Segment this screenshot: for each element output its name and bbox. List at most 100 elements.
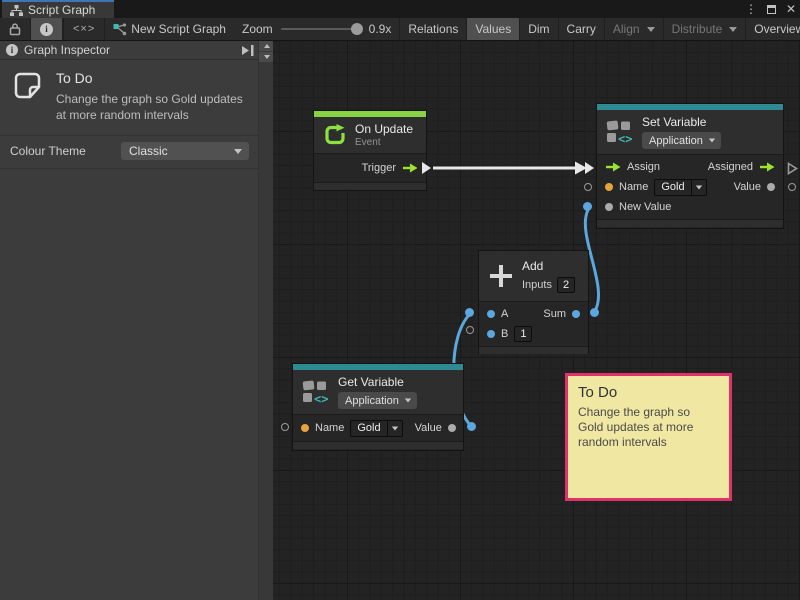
sum-port-icon[interactable] <box>572 310 580 318</box>
menu-icon[interactable]: ⋮ <box>745 3 757 15</box>
port-label-assigned: Assigned <box>708 161 753 173</box>
colour-theme-row: Colour Theme Classic <box>0 136 273 169</box>
a-port-icon[interactable] <box>487 310 495 318</box>
flow-arrow-icon <box>402 163 418 173</box>
new-graph-icon <box>113 23 127 36</box>
port-name-in[interactable] <box>584 183 592 191</box>
dim-button[interactable]: Dim <box>520 18 558 40</box>
chevron-down-icon <box>695 185 701 189</box>
sticky-note[interactable]: To Do Change the graph so Gold updates a… <box>565 373 732 501</box>
zoom-value: 0.9x <box>369 22 392 36</box>
port-b-in[interactable] <box>466 326 474 334</box>
port-label-name: Name <box>315 422 344 434</box>
overview-label: Overview <box>754 22 800 36</box>
chevron-down-icon <box>405 399 411 403</box>
chevron-down-icon <box>729 27 737 32</box>
port-sum-out[interactable] <box>590 308 599 317</box>
todo-text: Change the graph so Gold updates at more… <box>56 92 256 123</box>
node-set-variable[interactable]: <> Set Variable Application Assign <box>596 103 784 229</box>
node-footer <box>597 219 783 227</box>
port-assign-in[interactable] <box>585 162 594 174</box>
port-a-in[interactable] <box>465 308 474 317</box>
name-port-icon[interactable] <box>605 183 613 191</box>
port-assigned-out[interactable] <box>787 162 798 180</box>
zoom-slider-handle[interactable] <box>351 23 363 35</box>
node-footer <box>479 346 588 354</box>
node-subtitle: Event <box>355 137 413 148</box>
name-port-icon[interactable] <box>301 424 309 432</box>
code-icon: <×> <box>73 23 95 35</box>
node-get-variable[interactable]: <> Get Variable Application Name Gold <box>292 363 464 451</box>
sticky-note-text: Change the graph so Gold updates at more… <box>578 405 719 450</box>
new-graph-label: New Script Graph <box>131 22 226 36</box>
dock-icon[interactable] <box>241 44 255 60</box>
relations-button[interactable]: Relations <box>399 18 467 40</box>
new-value-port-icon[interactable] <box>605 203 613 211</box>
distribute-button[interactable]: Distribute <box>664 18 747 40</box>
node-add[interactable]: Add Inputs 2 A Sum B <box>478 250 589 354</box>
colour-theme-label: Colour Theme <box>10 144 121 158</box>
tab-title: Script Graph <box>28 3 95 17</box>
flow-arrow-icon <box>759 162 775 172</box>
align-label: Align <box>613 22 640 36</box>
code-view-button[interactable]: <×> <box>63 18 105 40</box>
value-port-icon[interactable] <box>448 424 456 432</box>
maximize-icon[interactable] <box>767 5 776 14</box>
port-get-value-out[interactable] <box>467 422 476 431</box>
tab-strip: Script Graph ⋮ ✕ <box>0 0 800 18</box>
values-button[interactable]: Values <box>467 18 520 40</box>
port-label-a: A <box>501 308 508 320</box>
lock-button[interactable] <box>0 18 31 40</box>
zoom-slider[interactable] <box>281 28 361 30</box>
port-get-name-in[interactable] <box>281 423 289 431</box>
colour-theme-dropdown[interactable]: Classic <box>121 142 249 160</box>
node-on-update[interactable]: On Update Event Trigger <box>313 110 427 191</box>
variable-scope-dropdown[interactable]: Application <box>642 132 721 149</box>
variable-name-dropdown[interactable]: Gold <box>350 420 402 437</box>
tab-script-graph[interactable]: Script Graph <box>2 0 114 18</box>
carry-button[interactable]: Carry <box>559 18 605 40</box>
inspector-scrollbar[interactable] <box>258 41 273 600</box>
port-label-assign: Assign <box>627 161 660 173</box>
node-footer <box>314 182 426 190</box>
graph-inspector-panel: i Graph Inspector To Do Change the graph… <box>0 41 273 600</box>
b-value-field[interactable]: 1 <box>514 326 532 342</box>
variable-name-dropdown[interactable]: Gold <box>654 179 706 196</box>
todo-title: To Do <box>56 70 256 86</box>
carry-label: Carry <box>567 22 596 36</box>
inspector-title: Graph Inspector <box>24 43 110 57</box>
colour-theme-value: Classic <box>129 144 168 158</box>
overview-button[interactable]: Overview <box>746 18 800 40</box>
close-icon[interactable]: ✕ <box>786 3 796 15</box>
new-script-graph-button[interactable]: New Script Graph <box>105 18 234 40</box>
script-graph-icon <box>10 5 23 16</box>
port-label-trigger: Trigger <box>362 162 396 174</box>
variable-scope-dropdown[interactable]: Application <box>338 392 417 409</box>
scroll-up-button[interactable] <box>259 41 274 51</box>
port-label-name: Name <box>619 181 648 193</box>
plus-icon <box>488 263 514 289</box>
inspector-toggle-button[interactable]: i <box>31 18 63 40</box>
b-port-icon[interactable] <box>487 330 495 338</box>
port-label-new-value: New Value <box>619 201 671 213</box>
variables-icon: <> <box>302 380 330 405</box>
inputs-count-field[interactable]: 2 <box>557 277 575 293</box>
chevron-down-icon <box>709 139 715 143</box>
svg-text:<>: <> <box>618 132 632 145</box>
value-port-icon[interactable] <box>767 183 775 191</box>
dim-label: Dim <box>528 22 549 36</box>
port-label-value: Value <box>415 422 442 434</box>
todo-summary: To Do Change the graph so Gold updates a… <box>0 60 273 131</box>
values-label: Values <box>475 22 511 36</box>
port-new-value-in[interactable] <box>583 202 592 211</box>
align-button[interactable]: Align <box>605 18 664 40</box>
scroll-down-button[interactable] <box>259 52 274 62</box>
port-trigger-out[interactable] <box>422 162 431 174</box>
graph-canvas[interactable]: On Update Event Trigger <box>273 41 800 600</box>
inputs-label: Inputs <box>522 279 552 291</box>
port-value-out[interactable] <box>788 183 796 191</box>
port-label-value: Value <box>734 181 761 193</box>
loop-icon <box>323 123 347 147</box>
variable-name-value: Gold <box>655 180 690 195</box>
scope-value: Application <box>345 395 399 407</box>
